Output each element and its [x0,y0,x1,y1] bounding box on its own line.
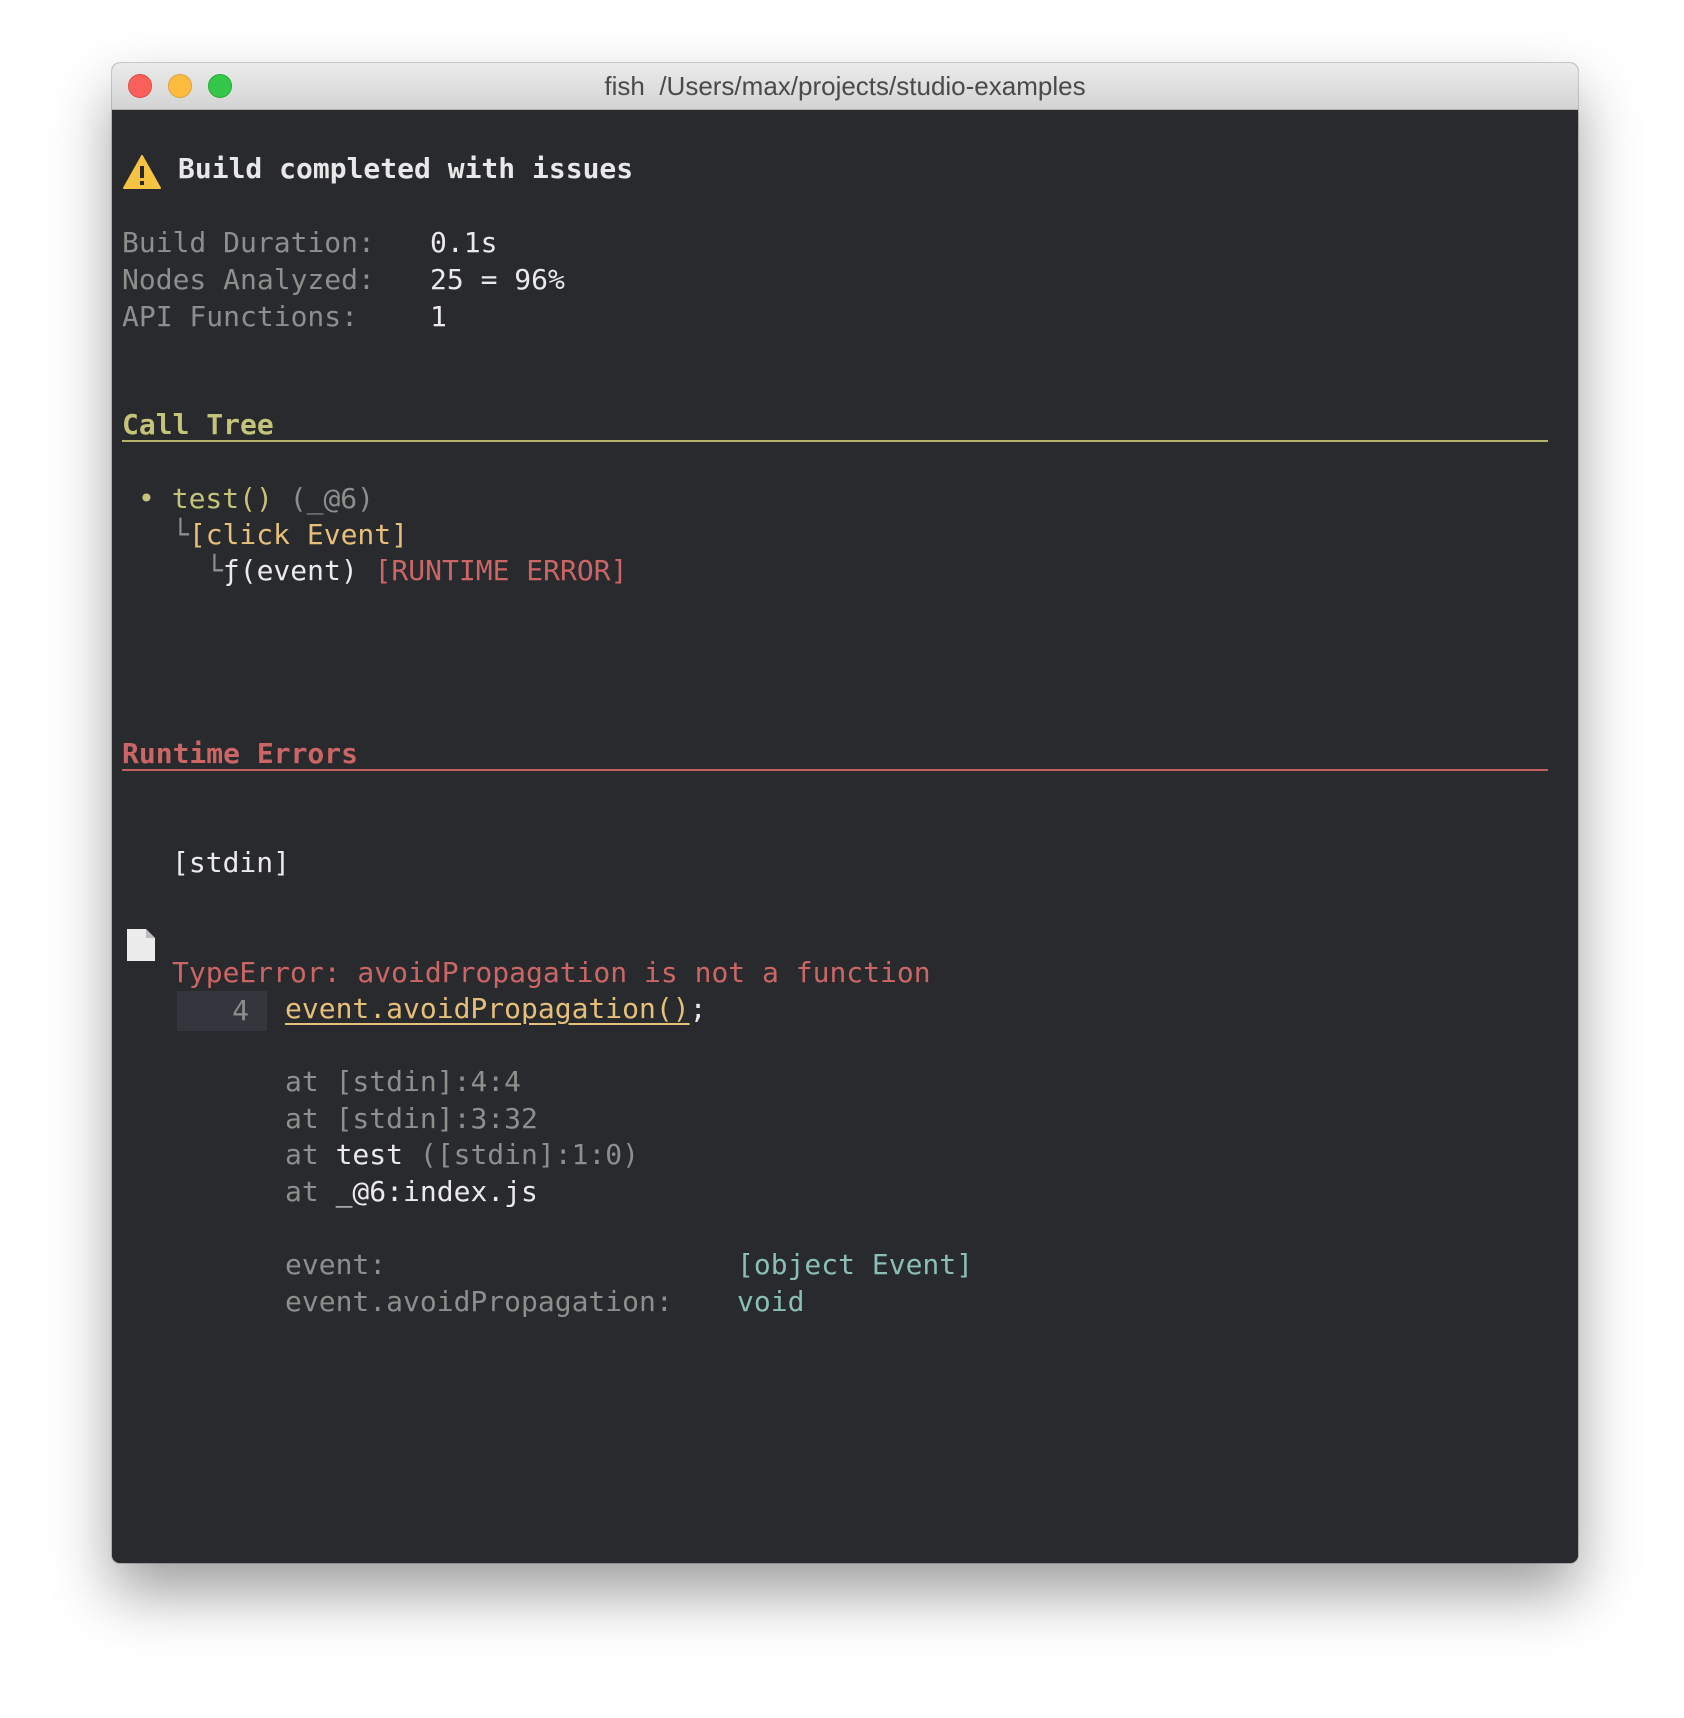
error-file-name: [stdin] [172,846,291,879]
variable-value: void [737,1285,805,1318]
runtime-errors-rule [122,769,1548,771]
tree-connector: └ [206,554,223,587]
event-label: [click Event] [188,518,409,551]
tree-connector: └ [172,518,189,551]
stack-location: [stdin]:3:32 [335,1102,538,1135]
stack-location: ([stdin]:1:0) [403,1138,640,1171]
variable-value: [object Event] [737,1248,974,1281]
call-tree-root: • test() (_@6) [138,482,374,515]
tree-bullet: • [138,482,155,515]
call-tree-rule [122,440,1548,442]
stack-highlight: test [335,1138,404,1171]
runtime-errors-title: Runtime Errors [122,737,359,770]
code-line-number: 4 [177,991,267,1031]
stack-frame: at test ([stdin]:1:0) [285,1138,639,1171]
stack-prefix: at [285,1102,336,1135]
code-rest: ; [689,992,707,1025]
code-line: event.avoidPropagation(); [285,992,706,1025]
root-function-id: (_@6) [289,482,375,515]
stat-value-api-functions: 1 [430,300,447,333]
window-title: fish /Users/max/projects/studio-examples [604,71,1086,101]
stat-label-nodes-analyzed: Nodes Analyzed: [122,263,375,296]
terminal-window: fish /Users/max/projects/studio-examples… [112,63,1578,1563]
call-tree-title: Call Tree [122,408,274,441]
handler-name: ƒ(event) [222,554,358,587]
variable-name: event.avoidPropagation: [285,1285,673,1318]
document-icon [127,929,155,961]
code-highlight: event.avoidPropagation() [285,992,690,1025]
stat-value-build-duration: 0.1s [430,226,498,259]
stack-prefix: at [285,1138,336,1171]
call-tree-event: └[click Event] [172,518,408,551]
stack-frame: at [stdin]:4:4 [285,1065,521,1098]
warning-icon [123,155,161,189]
terminal-output: Build completed with issues Build Durati… [112,110,1578,1563]
error-message: TypeError: avoidPropagation is not a fun… [172,956,931,989]
call-tree-handler: └ƒ(event) [RUNTIME ERROR] [206,554,627,587]
runtime-error-tag: [RUNTIME ERROR] [374,554,628,587]
stack-prefix: at [285,1065,336,1098]
variable-name: event: [285,1248,387,1281]
stack-prefix: at [285,1175,336,1208]
stat-value-nodes-analyzed: 25 = 96% [430,263,565,296]
build-headline: Build completed with issues [178,152,634,185]
stat-label-build-duration: Build Duration: [122,226,375,259]
stack-frame: at [stdin]:3:32 [285,1102,538,1135]
stat-label-api-functions: API Functions: [122,300,359,333]
root-function-name: test() [171,482,273,515]
stack-location: [stdin]:4:4 [335,1065,522,1098]
stack-highlight: _@6:index.js [335,1175,538,1208]
title-bar: fish /Users/max/projects/studio-examples [112,63,1578,110]
stack-frame: at _@6:index.js [285,1175,538,1208]
